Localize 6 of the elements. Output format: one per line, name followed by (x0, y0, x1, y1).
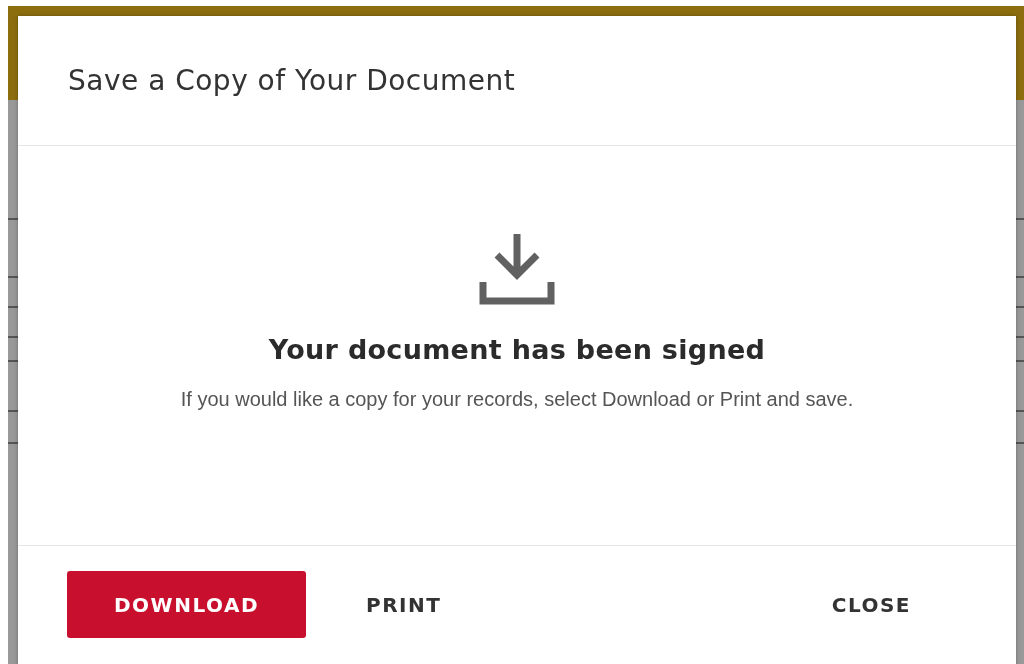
download-button[interactable]: DOWNLOAD (67, 571, 306, 638)
dialog-heading: Your document has been signed (268, 334, 766, 365)
dialog-title: Save a Copy of Your Document (68, 64, 516, 97)
close-button[interactable]: CLOSE (813, 579, 929, 630)
print-button[interactable]: PRINT (348, 579, 460, 630)
dialog-message: If you would like a copy for your records, select Download or Print and save. (180, 387, 854, 412)
